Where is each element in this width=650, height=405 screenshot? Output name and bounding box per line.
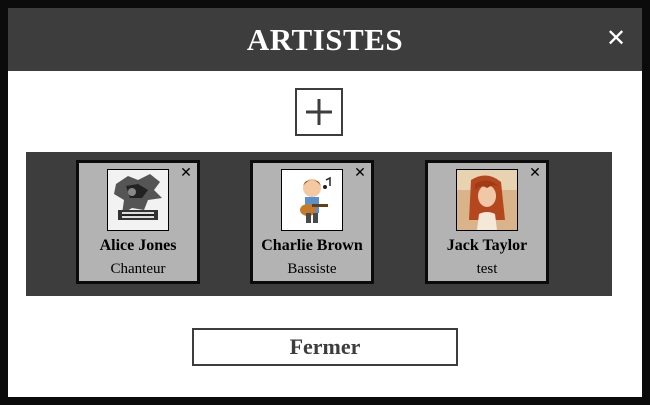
cartoon-boy-guitar-image <box>282 170 342 230</box>
artist-card[interactable]: ✕ Charlie Brown Bassiste <box>250 160 374 284</box>
close-button[interactable]: Fermer <box>192 328 458 366</box>
artist-role: Chanteur <box>110 261 166 277</box>
artist-list: ✕ Alice Jones Chanteur ✕ Charlie Brown B… <box>26 152 612 296</box>
artist-name: Jack Taylor <box>446 237 528 254</box>
add-artist-button[interactable] <box>295 88 343 136</box>
remove-artist-icon[interactable]: ✕ <box>179 165 193 181</box>
artist-photo <box>456 169 518 231</box>
artist-name: Alice Jones <box>99 237 177 254</box>
remove-artist-icon[interactable]: ✕ <box>528 165 542 181</box>
artist-card[interactable]: ✕ Jack Taylor test <box>425 160 549 284</box>
modal-header: ARTISTES ✕ <box>8 8 642 71</box>
artist-name: Charlie Brown <box>261 237 363 254</box>
guitarist-poster-image <box>108 170 168 230</box>
remove-artist-icon[interactable]: ✕ <box>353 165 367 181</box>
plus-icon <box>306 99 332 125</box>
artist-role: test <box>476 261 498 277</box>
close-icon[interactable]: ✕ <box>604 26 628 50</box>
artist-photo <box>281 169 343 231</box>
modal-title: ARTISTES <box>246 21 404 57</box>
artists-modal: ARTISTES ✕ ✕ Alice Jones Chanteur ✕ Char… <box>0 0 650 405</box>
red-haired-woman-image <box>457 170 517 230</box>
artist-photo <box>107 169 169 231</box>
artist-role: Bassiste <box>287 261 337 277</box>
artist-card[interactable]: ✕ Alice Jones Chanteur <box>76 160 200 284</box>
